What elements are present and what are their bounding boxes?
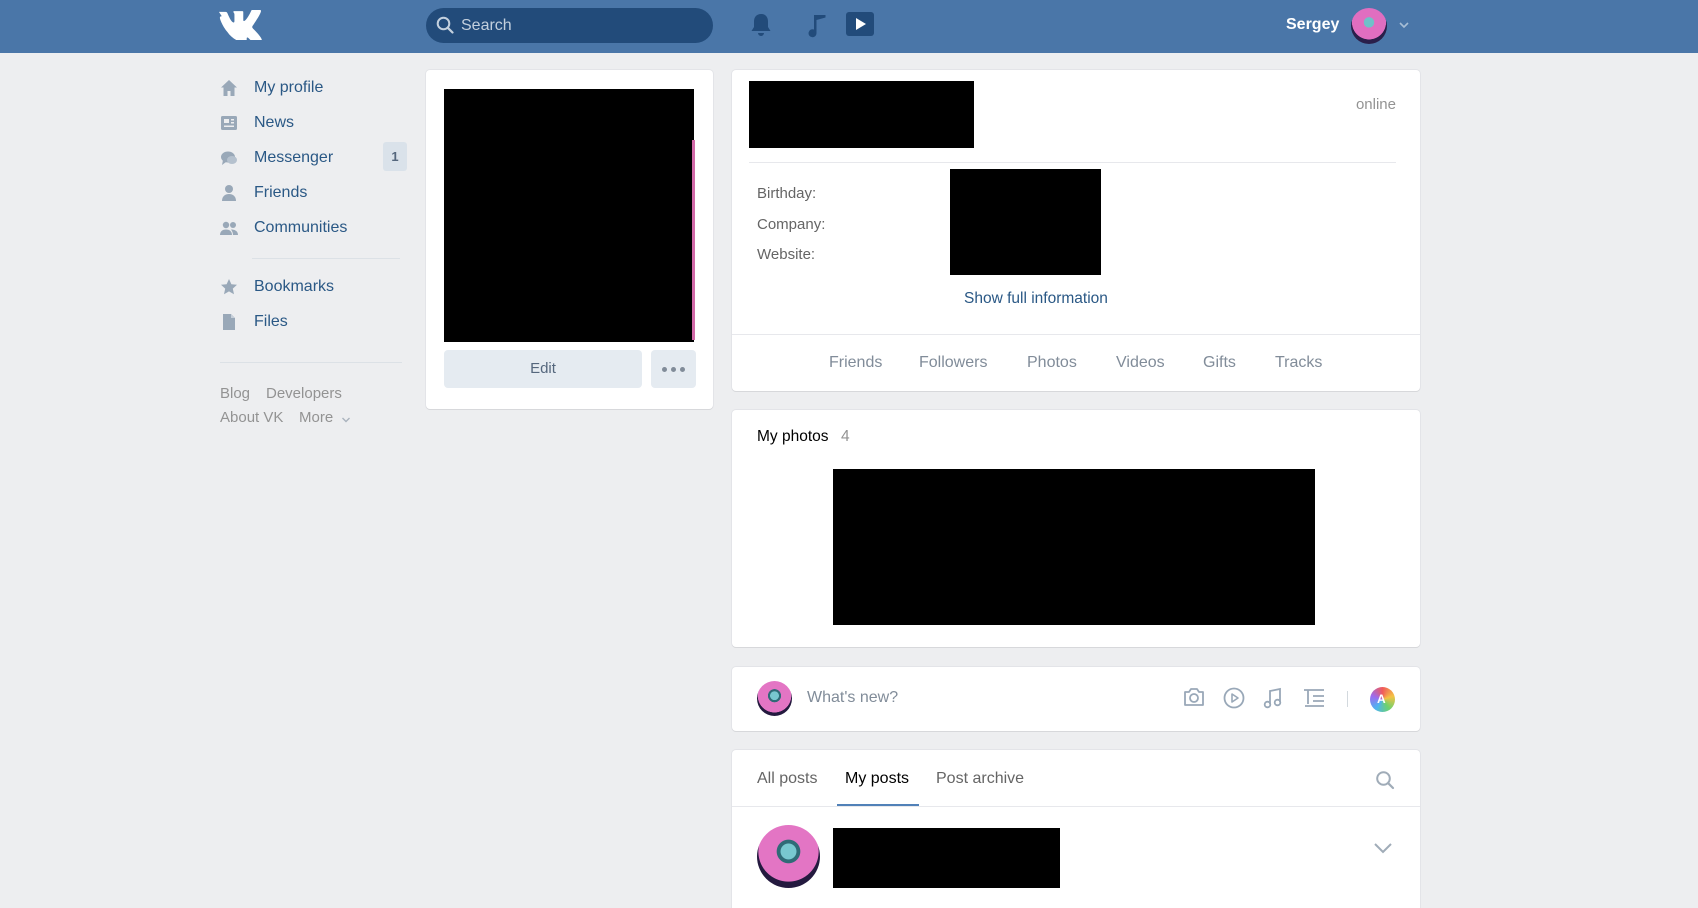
more-actions-button[interactable]: [651, 350, 696, 388]
sidebar-item-messenger[interactable]: Messenger 1: [218, 142, 408, 174]
article-icon[interactable]: [1302, 686, 1326, 708]
search-bar[interactable]: Search: [426, 8, 713, 43]
sidebar-item-label: Friends: [254, 184, 308, 201]
star-icon: [221, 279, 237, 295]
counter-photos[interactable]: Photos: [1027, 354, 1077, 372]
profile-info-card: online Birthday: Company: Website: Show …: [732, 70, 1420, 391]
tab-my-posts[interactable]: My posts: [845, 770, 909, 788]
footer-link-more[interactable]: More: [299, 409, 333, 426]
search-placeholder: Search: [461, 17, 512, 34]
music-icon[interactable]: [1262, 686, 1284, 710]
photos-count: 4: [841, 428, 850, 445]
counter-followers[interactable]: Followers: [919, 354, 987, 372]
camera-icon[interactable]: [1182, 686, 1206, 708]
unread-badge: 1: [383, 142, 407, 171]
show-full-info-link[interactable]: Show full information: [964, 290, 1108, 308]
chevron-down-icon[interactable]: [341, 416, 351, 424]
people-icon: [220, 221, 238, 235]
photo-edge: [692, 140, 695, 340]
company-label: Company:: [757, 216, 826, 233]
photos-card: My photos 4: [732, 410, 1420, 647]
sidebar-item-label: Files: [254, 313, 288, 330]
sidebar-item-label: Bookmarks: [254, 278, 335, 295]
profile-photo-card: Edit: [426, 70, 713, 409]
home-icon: [221, 80, 237, 96]
sidebar-item-my-profile[interactable]: My profile: [218, 72, 408, 104]
color-theme-icon[interactable]: A: [1370, 687, 1395, 712]
counter-videos[interactable]: Videos: [1116, 354, 1165, 372]
file-icon: [223, 314, 235, 330]
top-bar: Search Sergey: [0, 0, 1698, 53]
tab-all-posts[interactable]: All posts: [757, 770, 817, 788]
bell-icon[interactable]: [749, 12, 773, 38]
chevron-down-icon[interactable]: [1373, 842, 1393, 854]
footer-link-about[interactable]: About VK: [220, 409, 283, 426]
sidebar-item-communities[interactable]: Communities: [218, 212, 408, 244]
post-author: [833, 828, 1060, 888]
footer-link-developers[interactable]: Developers: [266, 385, 342, 402]
tab-post-archive[interactable]: Post archive: [936, 770, 1024, 788]
post-composer: What's new? A: [732, 667, 1420, 731]
website-label: Website:: [757, 246, 816, 263]
sidebar-item-label: Messenger: [254, 149, 334, 166]
sidebar-item-label: My profile: [254, 79, 324, 96]
counter-gifts[interactable]: Gifts: [1203, 354, 1236, 372]
sidebar-item-files[interactable]: Files: [218, 306, 408, 338]
sidebar-item-bookmarks[interactable]: Bookmarks: [218, 271, 408, 303]
music-note-icon[interactable]: [806, 12, 828, 38]
counters-divider: [732, 334, 1420, 335]
info-values: [950, 169, 1101, 275]
sidebar-divider: [220, 362, 402, 363]
tabs-divider: [732, 806, 1420, 807]
photos-title[interactable]: My photos: [757, 428, 829, 446]
profile-photo[interactable]: [444, 89, 694, 342]
sidebar-divider: [252, 258, 400, 259]
newspaper-icon: [221, 116, 237, 130]
wall-card: All posts My posts Post archive: [732, 750, 1420, 908]
toolbar-divider: [1347, 691, 1348, 707]
birthday-label: Birthday:: [757, 185, 817, 202]
avatar[interactable]: [1351, 8, 1387, 44]
counter-friends[interactable]: Friends: [829, 354, 882, 372]
chat-icon: [221, 151, 237, 165]
chevron-down-icon[interactable]: [1398, 20, 1410, 30]
sidebar-item-news[interactable]: News: [218, 107, 408, 139]
search-icon: [436, 16, 454, 34]
info-divider: [749, 162, 1396, 163]
profile-name: [749, 81, 974, 148]
sidebar-item-friends[interactable]: Friends: [218, 177, 408, 209]
photos-strip[interactable]: [833, 469, 1315, 625]
whats-new-input[interactable]: What's new?: [807, 689, 898, 707]
person-icon: [222, 185, 236, 201]
search-icon[interactable]: [1375, 770, 1395, 790]
video-icon[interactable]: [1222, 686, 1246, 710]
avatar: [757, 681, 792, 716]
vk-logo[interactable]: [218, 10, 262, 40]
avatar[interactable]: [757, 825, 820, 888]
sidebar-item-label: News: [254, 114, 295, 131]
video-play-icon[interactable]: [845, 10, 875, 38]
theme-letter: A: [1377, 692, 1386, 706]
sidebar-item-label: Communities: [254, 219, 348, 236]
edit-button[interactable]: Edit: [444, 350, 642, 388]
user-name[interactable]: Sergey: [1286, 16, 1339, 34]
online-status: online: [1355, 96, 1396, 113]
footer-link-blog[interactable]: Blog: [220, 385, 250, 402]
counter-tracks[interactable]: Tracks: [1275, 354, 1322, 372]
